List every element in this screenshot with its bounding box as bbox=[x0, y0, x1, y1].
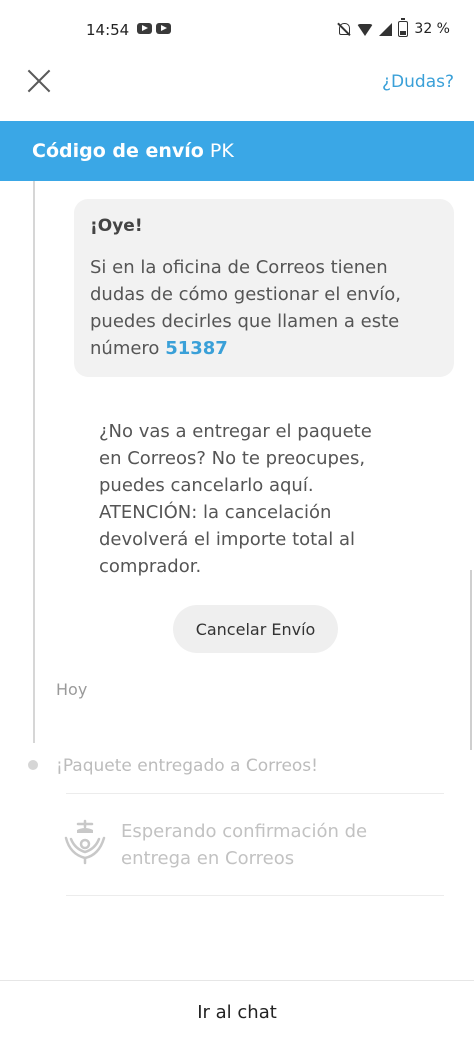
youtube-icon bbox=[156, 23, 171, 34]
bottom-bar: Ir al chat bbox=[0, 980, 474, 1043]
phone-number-link[interactable]: 51387 bbox=[165, 338, 228, 359]
signal-icon bbox=[379, 22, 393, 36]
info-heading: ¡Oye! bbox=[90, 216, 143, 236]
scrollbar[interactable] bbox=[470, 570, 472, 750]
pending-step-title: ¡Paquete entregado a Correos! bbox=[56, 756, 318, 776]
status-bar: 14:54 32 % bbox=[0, 0, 474, 60]
header-title-label: Código de envío bbox=[32, 140, 204, 162]
youtube-icon bbox=[137, 23, 152, 34]
timeline-dot bbox=[28, 760, 38, 770]
timeline-line bbox=[33, 181, 35, 743]
correos-post-horn-icon bbox=[64, 819, 106, 865]
info-card: ¡Oye! Si en la oficina de Correos tienen… bbox=[74, 199, 454, 377]
close-icon[interactable] bbox=[24, 66, 54, 96]
divider bbox=[66, 895, 444, 896]
shipping-code-header: Código de envío PK bbox=[0, 121, 474, 181]
status-icons: 32 % bbox=[337, 18, 450, 37]
cancel-info-text: ¿No vas a entregar el paquete en Correos… bbox=[99, 421, 372, 577]
date-label: Hoy bbox=[56, 680, 88, 699]
status-time: 14:54 bbox=[86, 21, 130, 39]
help-link[interactable]: ¿Dudas? bbox=[382, 72, 454, 92]
page-title: Código de envío PK bbox=[32, 140, 234, 162]
info-body: Si en la oficina de Correos tienen dudas… bbox=[90, 254, 442, 362]
wifi-icon bbox=[357, 24, 374, 36]
shipping-code: PK bbox=[209, 140, 234, 162]
go-to-chat-button[interactable]: Ir al chat bbox=[0, 981, 474, 1043]
battery-percentage: 32 % bbox=[414, 21, 450, 37]
battery-icon bbox=[398, 18, 409, 37]
notifications-off-icon bbox=[337, 22, 351, 36]
cancel-shipment-button[interactable]: Cancelar Envío bbox=[173, 605, 338, 653]
info-body-text: Si en la oficina de Correos tienen dudas… bbox=[90, 257, 401, 359]
waiting-confirmation-text: Esperando confirmación de entrega en Cor… bbox=[121, 821, 368, 869]
divider bbox=[66, 793, 444, 794]
